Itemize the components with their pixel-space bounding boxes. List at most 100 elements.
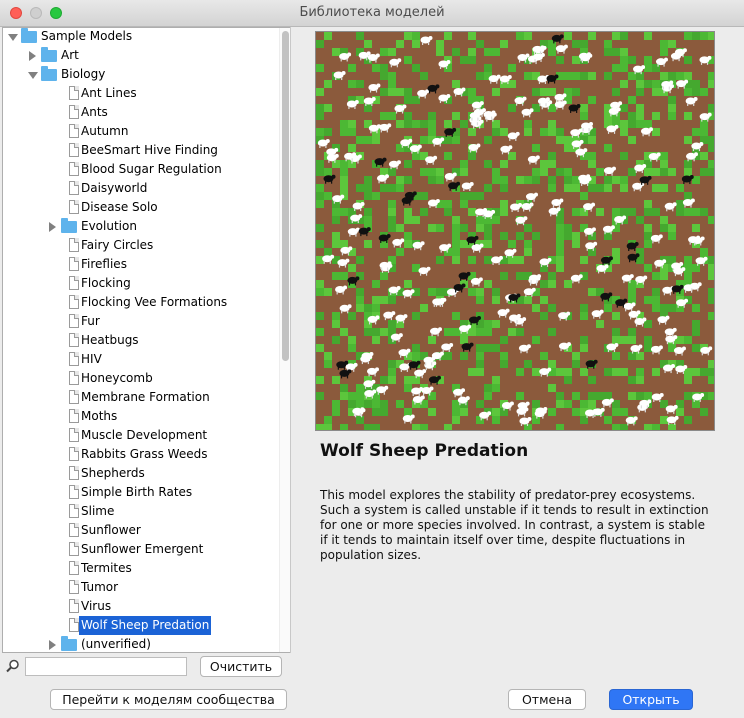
grass-patch bbox=[340, 424, 348, 430]
grass-patch bbox=[492, 48, 500, 56]
open-button[interactable]: Открыть bbox=[609, 689, 693, 710]
document-icon bbox=[69, 200, 79, 214]
grass-patch bbox=[708, 72, 714, 80]
tree-item-ants[interactable]: Ants bbox=[3, 103, 275, 122]
tree-item-tumor[interactable]: Tumor bbox=[3, 578, 275, 597]
document-icon bbox=[69, 466, 79, 480]
tree-folder-sample-models[interactable]: Sample Models bbox=[3, 28, 275, 46]
disclosure-closed-icon[interactable] bbox=[49, 222, 56, 232]
tree-item-blood-sugar-regulation[interactable]: Blood Sugar Regulation bbox=[3, 160, 275, 179]
document-icon bbox=[69, 447, 79, 461]
grass-patch bbox=[708, 264, 714, 272]
sheep bbox=[532, 52, 545, 62]
grass-patch bbox=[484, 240, 492, 248]
grass-patch bbox=[492, 88, 500, 96]
tree-item-label: Virus bbox=[81, 599, 112, 613]
tree-item-ant-lines[interactable]: Ant Lines bbox=[3, 84, 275, 103]
tree-item-slime[interactable]: Slime bbox=[3, 502, 275, 521]
tree-item-membrane-formation[interactable]: Membrane Formation bbox=[3, 388, 275, 407]
grass-patch bbox=[452, 80, 460, 88]
grass-patch bbox=[572, 408, 580, 416]
grass-patch bbox=[460, 336, 468, 344]
tree-item-wolf-sheep-predation[interactable]: Wolf Sheep Predation bbox=[3, 616, 275, 635]
tree-item-autumn[interactable]: Autumn bbox=[3, 122, 275, 141]
tree-item-honeycomb[interactable]: Honeycomb bbox=[3, 369, 275, 388]
tree-folder-unverified[interactable]: (unverified) bbox=[3, 635, 275, 652]
tree-item-moths[interactable]: Moths bbox=[3, 407, 275, 426]
grass-patch bbox=[436, 256, 444, 264]
grass-patch bbox=[636, 216, 644, 224]
search-input[interactable] bbox=[25, 657, 187, 676]
grass-patch bbox=[564, 280, 572, 288]
tree-scrollbar-thumb[interactable] bbox=[282, 31, 289, 361]
grass-patch bbox=[388, 80, 396, 88]
disclosure-closed-icon[interactable] bbox=[29, 51, 36, 61]
grass-patch bbox=[556, 224, 564, 232]
grass-patch bbox=[452, 312, 460, 320]
tree-item-fur[interactable]: Fur bbox=[3, 312, 275, 331]
tree-item-heatbugs[interactable]: Heatbugs bbox=[3, 331, 275, 350]
grass-patch bbox=[708, 144, 714, 152]
tree-item-label: Termites bbox=[81, 561, 132, 575]
tree-item-beesmart-hive-finding[interactable]: BeeSmart Hive Finding bbox=[3, 141, 275, 160]
disclosure-open-icon[interactable] bbox=[8, 34, 18, 41]
tree-item-shepherds[interactable]: Shepherds bbox=[3, 464, 275, 483]
disclosure-open-icon[interactable] bbox=[28, 72, 38, 79]
tree-folder-evolution[interactable]: Evolution bbox=[3, 217, 275, 236]
tree-item-flocking-vee-formations[interactable]: Flocking Vee Formations bbox=[3, 293, 275, 312]
tree-item-fairy-circles[interactable]: Fairy Circles bbox=[3, 236, 275, 255]
tree-folder-art[interactable]: Art bbox=[3, 46, 275, 65]
grass-patch bbox=[340, 392, 348, 400]
tree-item-fireflies[interactable]: Fireflies bbox=[3, 255, 275, 274]
grass-patch bbox=[612, 176, 620, 184]
grass-patch bbox=[500, 200, 508, 208]
grass-patch bbox=[556, 216, 564, 224]
grass-patch bbox=[484, 64, 492, 72]
sheep bbox=[388, 160, 401, 170]
cancel-button[interactable]: Отмена bbox=[508, 689, 586, 710]
grass-patch bbox=[636, 72, 644, 80]
tree-item-disease-solo[interactable]: Disease Solo bbox=[3, 198, 275, 217]
grass-patch bbox=[540, 160, 548, 168]
tree-item-label: Autumn bbox=[81, 124, 129, 138]
disclosure-closed-icon[interactable] bbox=[49, 640, 56, 650]
model-tree[interactable]: Sample Models Art Biology Ant Lines Ants Autu… bbox=[2, 27, 291, 653]
wolf bbox=[401, 196, 414, 206]
grass-patch bbox=[524, 32, 532, 40]
grass-patch bbox=[668, 112, 676, 120]
grass-patch bbox=[684, 112, 692, 120]
grass-patch bbox=[700, 152, 708, 160]
tree-item-simple-birth-rates[interactable]: Simple Birth Rates bbox=[3, 483, 275, 502]
tree-item-rabbits-grass-weeds[interactable]: Rabbits Grass Weeds bbox=[3, 445, 275, 464]
grass-patch bbox=[580, 104, 588, 112]
grass-patch bbox=[620, 56, 628, 64]
tree-item-muscle-development[interactable]: Muscle Development bbox=[3, 426, 275, 445]
tree-item-sunflower[interactable]: Sunflower bbox=[3, 521, 275, 540]
sheep bbox=[632, 182, 645, 192]
grass-patch bbox=[532, 144, 540, 152]
grass-patch bbox=[396, 176, 404, 184]
browse-community-models-button[interactable]: Перейти к моделям сообщества bbox=[50, 689, 287, 710]
grass-patch bbox=[404, 96, 412, 104]
tree-item-sunflower-emergent[interactable]: Sunflower Emergent bbox=[3, 540, 275, 559]
tree-item-label: Flocking Vee Formations bbox=[81, 295, 228, 309]
clear-button[interactable]: Очистить bbox=[200, 656, 282, 677]
tree-item-daisyworld[interactable]: Daisyworld bbox=[3, 179, 275, 198]
tree-item-virus[interactable]: Virus bbox=[3, 597, 275, 616]
grass-patch bbox=[684, 32, 692, 40]
grass-patch bbox=[396, 120, 404, 128]
grass-patch bbox=[620, 48, 628, 56]
tree-item-hiv[interactable]: HIV bbox=[3, 350, 275, 369]
tree-item-termites[interactable]: Termites bbox=[3, 559, 275, 578]
grass-patch bbox=[316, 112, 324, 120]
grass-patch bbox=[692, 264, 700, 272]
grass-patch bbox=[692, 224, 700, 232]
grass-patch bbox=[476, 192, 484, 200]
split-divider[interactable] bbox=[290, 27, 291, 653]
sheep bbox=[554, 100, 567, 110]
grass-patch bbox=[700, 32, 708, 40]
tree-item-flocking[interactable]: Flocking bbox=[3, 274, 275, 293]
grass-patch bbox=[356, 304, 364, 312]
tree-folder-biology[interactable]: Biology bbox=[3, 65, 275, 84]
grass-patch bbox=[572, 392, 580, 400]
